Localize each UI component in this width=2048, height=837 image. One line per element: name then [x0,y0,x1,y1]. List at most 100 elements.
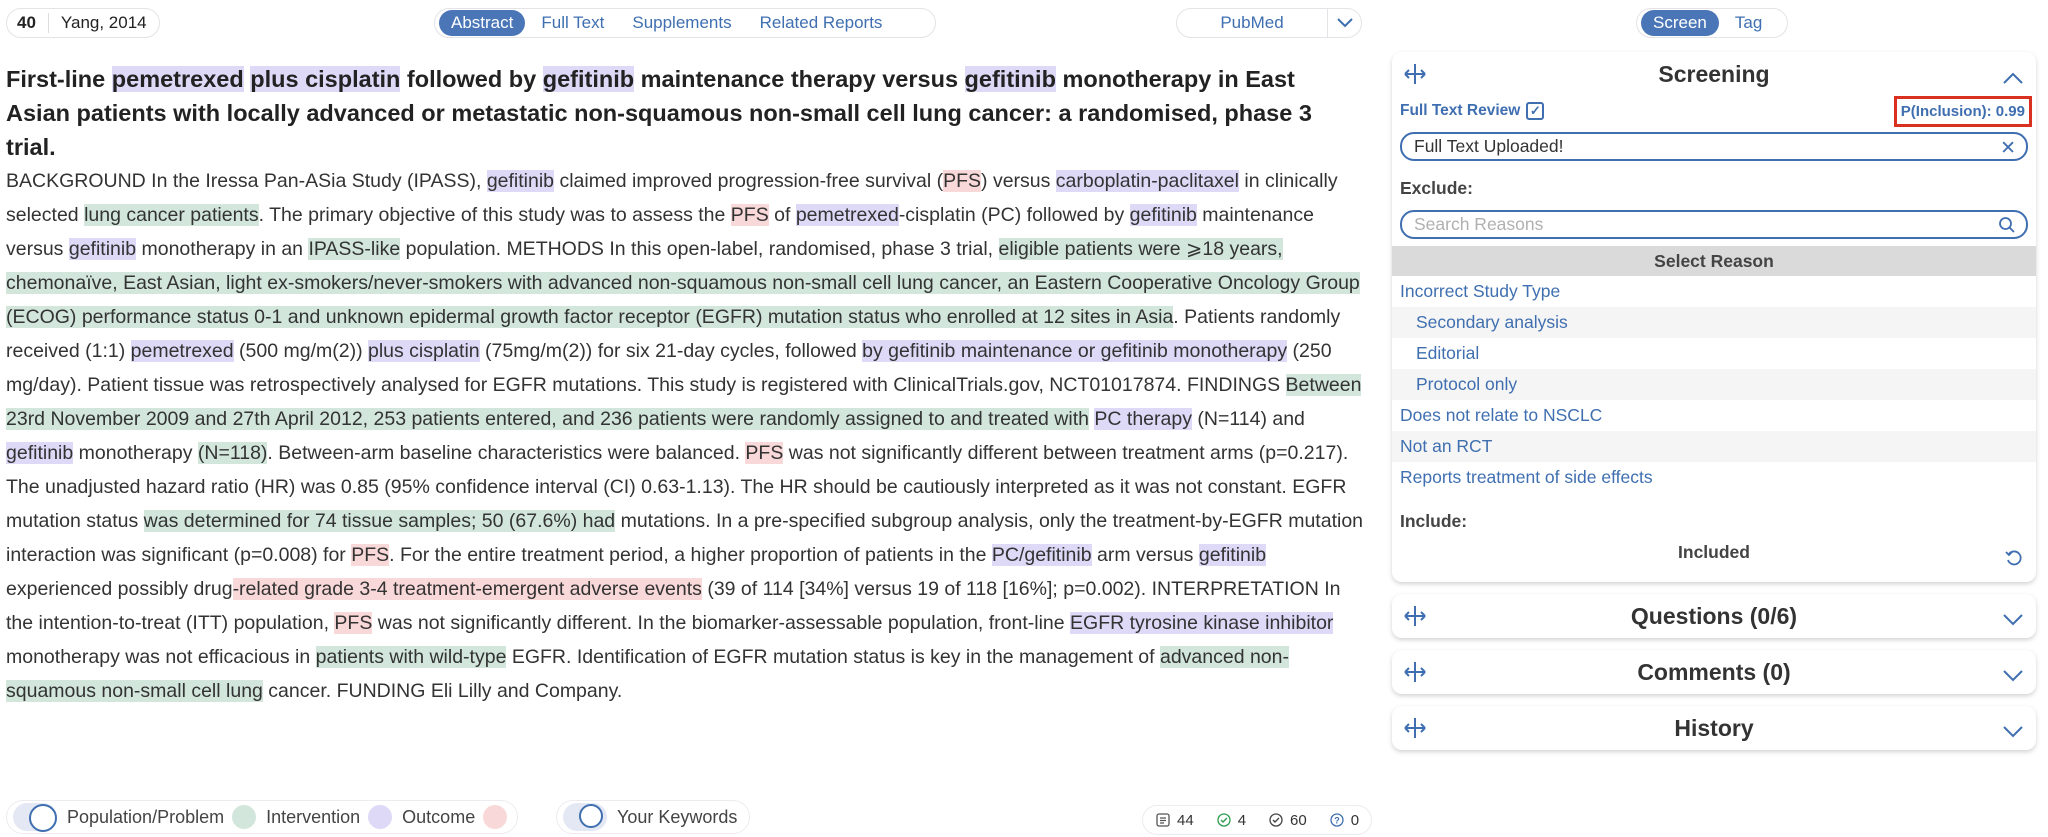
text-segment: BACKGROUND In the Iressa Pan-ASia Study … [6,170,487,192]
pubmed-label[interactable]: PubMed [1177,13,1327,33]
reference-author: Yang, 2014 [60,13,147,32]
intervention-highlight: gefitinib [1129,204,1197,226]
history-title: History [1674,714,1754,741]
search-reasons-placeholder: Search Reasons [1414,214,1544,234]
tab-tag[interactable]: Tag [1723,10,1774,36]
search-reasons-input[interactable]: Search Reasons [1400,210,2028,239]
full-text-status: Full Text Uploaded! [1414,136,1564,156]
text-segment: monotherapy [73,442,198,464]
text-segment: maintenance therapy versus [634,66,965,92]
content-tabs: Abstract Full Text Supplements Related R… [434,8,936,38]
article-title: First-line pemetrexed plus cisplatin fol… [6,62,1364,164]
drag-handle-icon[interactable] [1402,62,1428,86]
screening-header[interactable]: Screening [1392,52,2036,96]
pico-highlight-toggle[interactable] [13,803,57,832]
legend-keywords-label: Your Keywords [617,806,738,827]
intervention-highlight: EGFR tyrosine kinase inhibitor [1070,612,1334,634]
chevron-down-icon[interactable] [1327,8,1361,38]
text-segment: . For the entire treatment period, a hig… [389,544,992,566]
keywords-toggle[interactable] [563,803,607,831]
pubmed-dropdown[interactable]: PubMed [1176,8,1362,38]
intervention-highlight: pemetrexed [130,340,234,362]
comments-card: Comments (0) [1392,650,2036,694]
reference-number: 40 [17,13,49,33]
intervention-highlight: by gefitinib maintenance or gefitinib mo… [862,340,1288,362]
text-segment: population. METHODS In this open-label, … [400,238,999,260]
search-icon[interactable] [1998,216,2016,234]
tab-supplements[interactable]: Supplements [620,10,743,36]
intervention-highlight: gefitinib [6,442,74,464]
chevron-down-icon[interactable] [2002,662,2024,682]
population-highlight: lung cancer patients [84,204,259,226]
text-segment: . Between-arm baseline characteristics w… [267,442,746,464]
text-segment: monotherapy in an [136,238,309,260]
outcome-highlight: -related grade 3-4 treatment-emergent ad… [232,578,702,600]
text-segment: of [768,204,796,226]
full-text-review-label[interactable]: Full Text Review [1400,102,1520,120]
select-reason-header: Select Reason [1392,246,2036,276]
drag-handle-icon[interactable] [1402,604,1428,628]
text-segment: claimed improved progression-free surviv… [554,170,944,192]
outcome-highlight: PFS [745,442,784,464]
exclude-reason-item[interactable]: Does not relate to NSCLC [1392,400,2036,431]
legend-population-label: Population/Problem [67,806,225,827]
text-segment: experienced possibly drug [6,578,233,600]
exclude-reason-item[interactable]: Incorrect Study Type [1392,276,2036,307]
questions-card: Questions (0/6) [1392,594,2036,638]
population-highlight: patients with wild-type [315,646,507,668]
check-circle-icon [1216,812,1232,828]
intervention-highlight: gefitinib [68,238,137,260]
chevron-down-icon[interactable] [2002,606,2024,626]
exclude-reason-item[interactable]: Reports treatment of side effects [1392,462,2036,493]
exclude-reason-item[interactable]: Editorial [1392,338,2036,369]
full-text-status-field[interactable]: Full Text Uploaded! ✕ [1400,132,2028,161]
intervention-highlight: PC/gefitinib [991,544,1092,566]
article-abstract: BACKGROUND In the Iressa Pan-ASia Study … [6,164,1364,708]
text-segment: EGFR. Identification of EGFR mutation st… [506,646,1160,668]
text-segment: (75mg/m(2)) for six 21-day cycles, follo… [479,340,863,362]
tab-full-text[interactable]: Full Text [529,10,616,36]
drag-handle-icon[interactable] [1402,660,1428,684]
history-header[interactable]: History [1392,706,2036,750]
text-segment: was not significantly different. In the … [372,612,1071,634]
screening-card: Screening Full Text Review ✓ P(Inclusion… [1392,52,2036,582]
screening-stats: 44 4 60 ? 0 [1142,805,1373,835]
intervention-highlight: pemetrexed [795,204,899,226]
text-segment: cancer. FUNDING Eli Lilly and Company. [262,680,623,702]
chevron-up-icon[interactable] [2002,64,2024,84]
full-text-review[interactable]: Full Text Review ✓ [1400,102,1545,120]
text-segment: (N=114) and [1191,408,1305,430]
screening-title: Screening [1658,60,1770,87]
exclude-reason-item[interactable]: Secondary analysis [1392,307,2036,338]
intervention-highlight: gefitinib [1198,544,1267,566]
include-label: Include: [1400,511,1468,531]
stat-included: 4 [1237,811,1247,829]
svg-text:?: ? [1334,816,1340,826]
tab-abstract[interactable]: Abstract [439,10,526,36]
history-card: History [1392,706,2036,750]
article: First-line pemetrexed plus cisplatin fol… [6,62,1364,708]
exclude-reason-item[interactable]: Not an RCT [1392,431,2036,462]
intervention-highlight: pemetrexed [111,66,244,92]
chevron-down-icon[interactable] [2002,718,2024,738]
text-segment: . The primary objective of this study wa… [258,204,731,226]
comments-title: Comments (0) [1637,658,1791,685]
top-bar: 40 Yang, 2014 Abstract Full Text Supplem… [0,8,2048,38]
checkbox-checked-icon[interactable]: ✓ [1526,102,1545,120]
comments-header[interactable]: Comments (0) [1392,650,2036,694]
stat-excluded: 60 [1290,811,1307,829]
tab-related-reports[interactable]: Related Reports [748,10,895,36]
outcome-highlight: PFS [730,204,769,226]
exclude-reason-item[interactable]: Protocol only [1392,369,2036,400]
tab-screen[interactable]: Screen [1641,10,1719,36]
inclusion-probability: P(Inclusion): 0.99 [1893,96,2032,127]
drag-handle-icon[interactable] [1402,716,1428,740]
legend-outcome-label: Outcome [402,806,476,827]
close-icon[interactable]: ✕ [2000,137,2016,160]
intervention-highlight: carboplatin-paclitaxel [1055,170,1239,192]
population-highlight: (N=118) [197,442,268,464]
questions-header[interactable]: Questions (0/6) [1392,594,2036,638]
undo-icon[interactable] [2004,548,2024,568]
population-highlight: IPASS-like [308,238,401,260]
outcome-highlight: PFS [351,544,390,566]
